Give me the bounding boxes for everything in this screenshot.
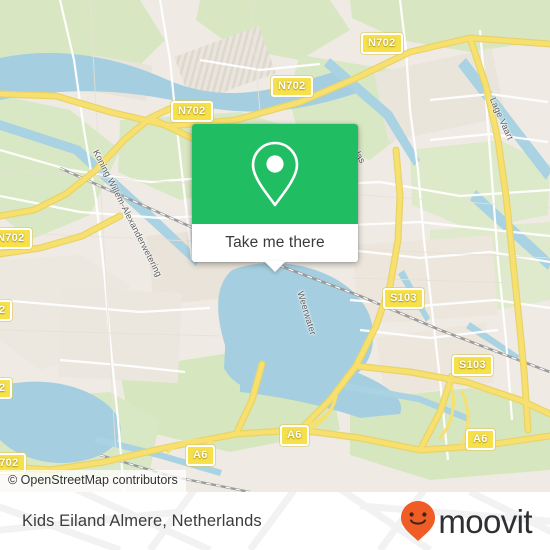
highway-shield: 2 — [0, 378, 13, 399]
highway-shield: N702 — [0, 228, 32, 249]
popup-header — [192, 124, 358, 224]
highway-shield: 2 — [0, 300, 13, 321]
highway-shield: S103 — [383, 288, 424, 309]
highway-shield: A6 — [280, 425, 309, 446]
moovit-brand[interactable]: moovit — [400, 500, 533, 542]
highway-shield: A6 — [466, 429, 495, 450]
popup-footer[interactable]: Take me there — [192, 224, 358, 272]
map-canvas[interactable]: N702 N702 N702 N702 N702 S103 S103 A6 A6… — [0, 0, 550, 492]
popup-pointer — [264, 261, 286, 272]
highway-shield: A6 — [186, 445, 215, 466]
highway-shield: N702 — [361, 33, 403, 54]
moovit-wordmark: moovit — [438, 502, 532, 540]
map-page: N702 N702 N702 N702 N702 S103 S103 A6 A6… — [0, 0, 550, 550]
take-me-there-label: Take me there — [225, 234, 325, 251]
moovit-pin-smiley-icon — [401, 501, 436, 541]
highway-shield: N702 — [271, 76, 313, 97]
location-popup-card[interactable]: Take me there — [192, 124, 358, 272]
osm-attribution[interactable]: © OpenStreetMap contributors — [0, 470, 186, 492]
map-pin-icon — [251, 141, 299, 207]
highway-shield: S103 — [452, 355, 493, 376]
place-title: Kids Eiland Almere, Netherlands — [22, 511, 262, 530]
highway-shield: N702 — [171, 101, 213, 122]
page-footer: Kids Eiland Almere, Netherlands moovit — [0, 492, 550, 550]
